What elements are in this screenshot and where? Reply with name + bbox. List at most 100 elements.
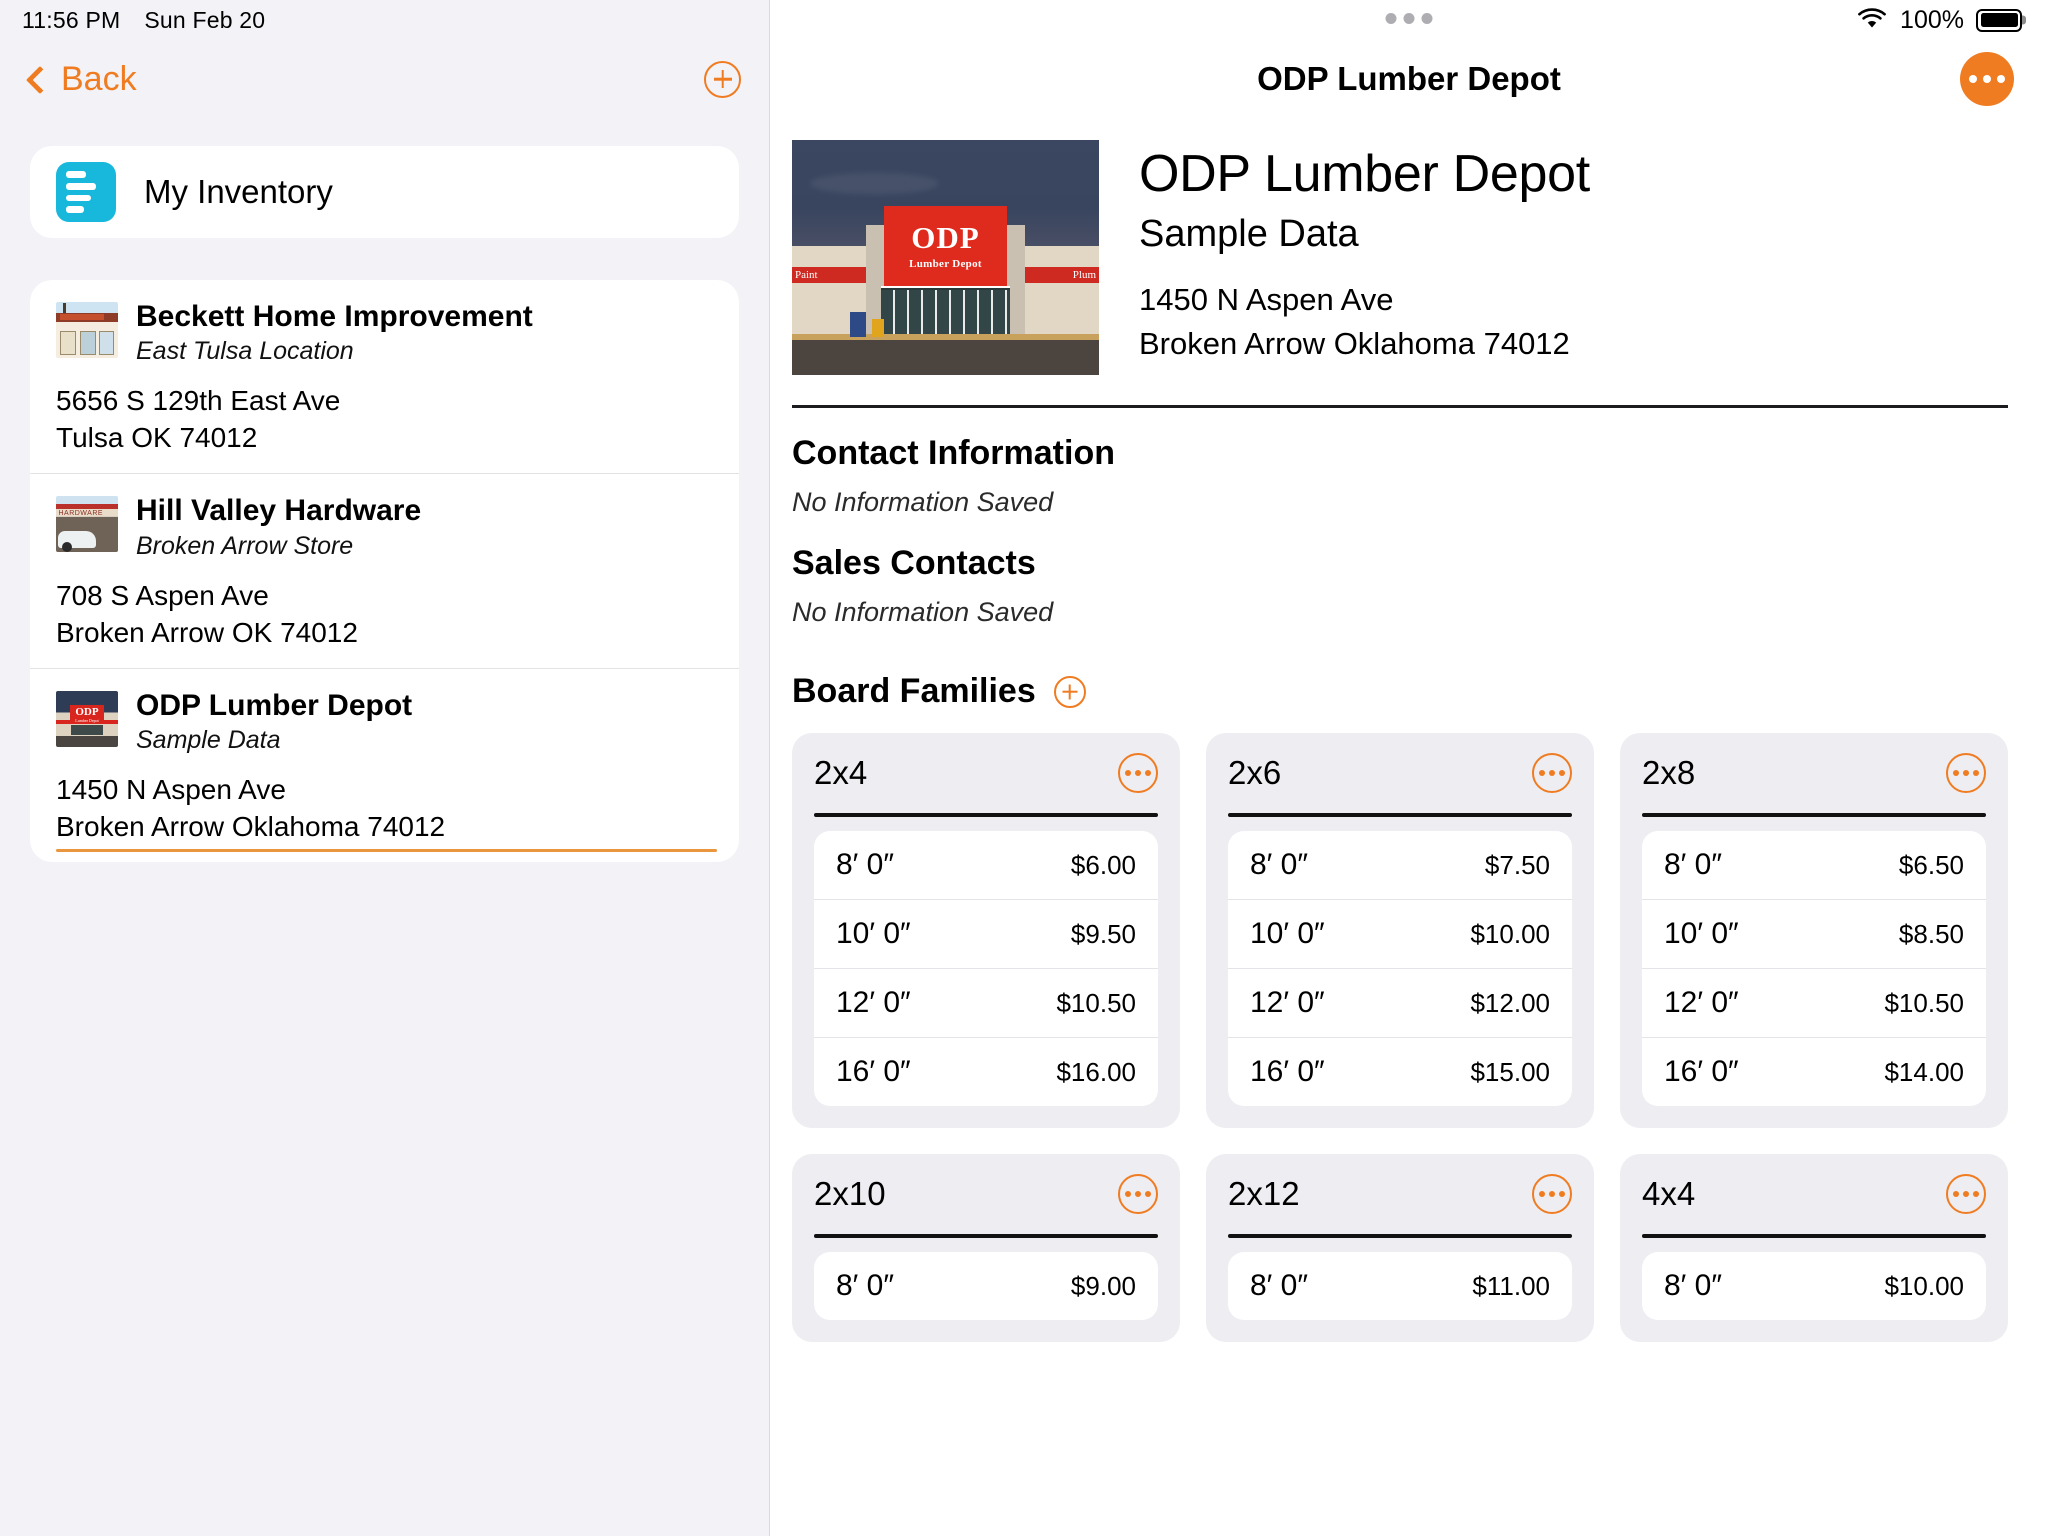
board-family-divider [814,1234,1158,1238]
more-options-button[interactable] [1960,52,2014,106]
board-length-label: 12′ 0″ [1250,986,1325,1019]
board-family-card: 2x12 8′ 0″ $11.00 [1206,1154,1594,1342]
board-length-row[interactable]: 10′ 0″ $10.00 [1228,899,1572,968]
board-length-label: 16′ 0″ [836,1055,911,1088]
board-family-title: 2x4 [814,754,868,791]
board-length-row[interactable]: 10′ 0″ $8.50 [1642,899,1986,968]
board-length-row[interactable]: 16′ 0″ $16.00 [814,1037,1158,1106]
store-header: HARDWARE Hill Valley Hardware Broken Arr… [56,492,713,561]
section-title-sales-contacts: Sales Contacts [792,544,1036,582]
board-price-label: $10.00 [1884,1270,1964,1301]
board-family-divider [1642,813,1986,817]
section-empty-sales-contacts: No Information Saved [792,597,1054,627]
board-length-list: 8′ 0″ $6.50 10′ 0″ $8.50 12′ 0″ $10.50 16′ 0″ $… [1642,831,1986,1106]
store-hero-subtitle: Sample Data [1139,213,1359,256]
store-hero-text: ODP Lumber Depot Sample Data 1450 N Aspe… [1139,140,1590,375]
board-family-title: 2x6 [1228,754,1282,791]
board-length-row[interactable]: 8′ 0″ $9.00 [814,1252,1158,1320]
board-length-row[interactable]: 8′ 0″ $10.00 [1642,1252,1986,1320]
section-title-board-families: Board Families [792,672,1036,710]
store-hero-address: 1450 N Aspen Ave Broken Arrow Oklahoma 7… [1139,278,1590,366]
board-length-row[interactable]: 12′ 0″ $10.50 [1642,968,1986,1037]
board-price-label: $6.00 [1070,849,1136,880]
detail-pane: 100% ODP Lumber Depot Paint Plum ODP Lum… [770,0,2048,1536]
store-name: ODP Lumber Depot [136,688,413,722]
board-length-list: 8′ 0″ $6.00 10′ 0″ $9.50 12′ 0″ $10.50 16′ 0″ $… [814,831,1158,1106]
board-length-row[interactable]: 12′ 0″ $12.00 [1228,968,1572,1037]
board-price-label: $9.00 [1070,1270,1136,1301]
store-subtitle: Sample Data [136,725,281,754]
board-price-label: $9.50 [1070,918,1136,949]
board-family-more-button[interactable] [1946,1174,1986,1214]
store-photo: Paint Plum ODP Lumber Depot [792,140,1099,375]
store-address-line1: 5656 S 129th East Ave [56,385,341,417]
sidebar-item-my-inventory[interactable]: My Inventory [30,146,739,238]
board-length-list: 8′ 0″ $10.00 [1642,1252,1986,1320]
board-length-list: 8′ 0″ $9.00 [814,1252,1158,1320]
board-family-card: 2x4 8′ 0″ $6.00 10′ 0″ $9.50 12′ 0″ $10.50 16′ … [792,733,1180,1128]
board-price-label: $12.00 [1470,987,1550,1018]
board-price-label: $7.50 [1484,849,1550,880]
board-length-label: 8′ 0″ [836,1269,894,1302]
board-family-more-button[interactable] [1532,753,1572,793]
store-thumbnail-icon [56,302,118,358]
store-address-line2: Broken Arrow Oklahoma 74012 [56,811,446,843]
board-family-more-button[interactable] [1118,753,1158,793]
board-length-row[interactable]: 16′ 0″ $15.00 [1228,1037,1572,1106]
board-family-divider [1228,1234,1572,1238]
store-address-line2: Broken Arrow OK 74012 [56,616,358,648]
board-family-divider [1228,813,1572,817]
board-family-title: 2x8 [1642,754,1696,791]
multitask-grabber-icon[interactable] [1385,13,1433,24]
board-length-row[interactable]: 8′ 0″ $6.50 [1642,831,1986,899]
board-length-row[interactable]: 12′ 0″ $10.50 [814,968,1158,1037]
sidebar-navbar: Back [0,40,769,118]
board-length-label: 8′ 0″ [1664,848,1722,881]
board-length-row[interactable]: 8′ 0″ $7.50 [1228,831,1572,899]
board-family-more-button[interactable] [1946,753,1986,793]
board-length-label: 8′ 0″ [836,848,894,881]
board-length-label: 12′ 0″ [1664,986,1739,1019]
board-family-card: 4x4 8′ 0″ $10.00 [1620,1154,2008,1342]
board-families-grid: 2x4 8′ 0″ $6.00 10′ 0″ $9.50 12′ 0″ $10.50 16′ … [792,733,2008,1342]
board-price-label: $10.50 [1884,987,1964,1018]
photo-sign-tagline: Lumber Depot [909,257,982,270]
battery-percent-label: 100% [1900,5,1964,34]
store-text-block: ODP Lumber Depot Sample Data [136,687,412,756]
back-button-label: Back [61,59,137,98]
back-button[interactable]: Back [25,59,137,99]
board-length-list: 8′ 0″ $7.50 10′ 0″ $10.00 12′ 0″ $12.00 16′ 0″… [1228,831,1572,1106]
store-list-item-odp-lumber-depot[interactable]: ODP Lumber Depot ODP Lumber Depot Sample … [30,667,739,862]
store-list-item-hill-valley[interactable]: HARDWARE Hill Valley Hardware Broken Arr… [30,473,739,667]
board-length-label: 10′ 0″ [836,917,911,950]
photo-right-banner-label: Plum [1072,269,1096,282]
store-address-line1: 708 S Aspen Ave [56,579,269,611]
photo-left-banner-label: Paint [795,269,818,282]
board-family-card-header: 2x10 [814,1174,1158,1214]
store-text-block: Hill Valley Hardware Broken Arrow Store [136,492,421,561]
board-family-title: 4x4 [1642,1175,1696,1212]
board-length-row[interactable]: 10′ 0″ $9.50 [814,899,1158,968]
store-hero: Paint Plum ODP Lumber Depot ODP Lumber D… [770,118,2048,375]
board-length-row[interactable]: 8′ 0″ $11.00 [1228,1252,1572,1320]
photo-sign-brand: ODP [911,219,980,255]
store-address: 708 S Aspen Ave Broken Arrow OK 74012 [56,578,713,652]
status-indicators: 100% [1856,6,2022,35]
board-length-list: 8′ 0″ $11.00 [1228,1252,1572,1320]
store-name: Beckett Home Improvement [136,300,533,333]
add-board-family-button[interactable] [1053,675,1086,708]
board-length-row[interactable]: 16′ 0″ $14.00 [1642,1037,1986,1106]
board-length-label: 8′ 0″ [1250,1269,1308,1302]
detail-navbar: ODP Lumber Depot [770,40,2048,118]
status-bar-date: Sun Feb 20 [144,6,266,33]
board-family-more-button[interactable] [1532,1174,1572,1214]
board-family-card: 2x10 8′ 0″ $9.00 [792,1154,1180,1342]
board-length-row[interactable]: 8′ 0″ $6.00 [814,831,1158,899]
board-family-card-header: 2x4 [814,753,1158,793]
board-price-label: $10.50 [1056,987,1136,1018]
board-family-more-button[interactable] [1118,1174,1158,1214]
add-store-button[interactable] [704,60,741,98]
store-list-item-beckett[interactable]: Beckett Home Improvement East Tulsa Loca… [30,280,739,473]
board-family-title: 2x10 [814,1175,886,1212]
section-empty-contact-information: No Information Saved [792,487,1054,517]
